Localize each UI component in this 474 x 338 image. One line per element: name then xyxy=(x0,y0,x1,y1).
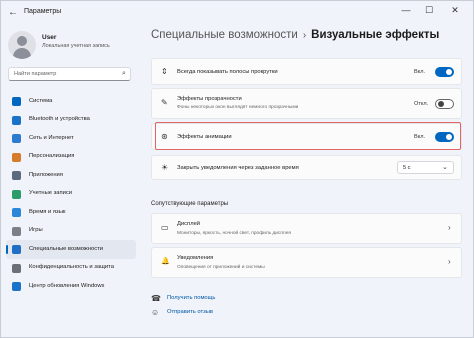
sidebar-item[interactable]: Игры xyxy=(6,222,136,241)
toggle-knob xyxy=(438,101,444,107)
avatar[interactable] xyxy=(8,31,36,59)
chevron-right-icon: › xyxy=(448,257,451,266)
feedback-label: Отправить отзыв xyxy=(167,309,214,315)
account-type: Локальная учетная запись xyxy=(42,43,110,49)
setting-label: Эффекты прозрачности xyxy=(177,96,242,102)
chevron-down-icon: ⌄ xyxy=(442,164,448,171)
highlight-frame xyxy=(155,122,461,150)
toggle-state: Вкл. xyxy=(414,69,426,75)
transparency-toggle[interactable] xyxy=(435,99,454,109)
minimize-button[interactable]: — xyxy=(398,5,414,15)
related-description: Мониторы, яркость, ночной свет, профиль … xyxy=(177,231,291,236)
sidebar-item[interactable]: Время и язык xyxy=(6,203,136,222)
wifi-icon xyxy=(12,134,21,143)
related-description: Оповещения от приложений и системы xyxy=(177,265,265,270)
maximize-button[interactable]: ☐ xyxy=(421,5,437,16)
gamepad-icon xyxy=(12,226,21,236)
sidebar-item-label: Конфиденциальность и защита xyxy=(29,264,114,270)
search-placeholder: Найти параметр xyxy=(14,71,57,77)
app-title: Параметры xyxy=(24,8,62,15)
sidebar-item[interactable]: Специальные возможности xyxy=(6,240,136,259)
back-arrow-icon[interactable]: ← xyxy=(8,7,18,18)
globe-clock-icon xyxy=(12,208,21,217)
setting-label: Закрыть уведомления через заданное время xyxy=(177,165,299,171)
sidebar-item-label: Центр обновления Windows xyxy=(29,282,105,289)
setting-label: Всегда показывать полосы прокрутки xyxy=(177,69,278,75)
scrollbar-icon: ⇕ xyxy=(161,67,168,76)
sidebar-nav: Система Bluetooth и устройства Сеть и Инте… xyxy=(6,92,136,296)
search-icon[interactable]: ⌕ xyxy=(122,70,126,78)
setting-description: Фоны некоторых окон выглядят немного про… xyxy=(177,105,299,110)
sidebar-item-label: Приложения xyxy=(29,171,63,178)
breadcrumb-parent[interactable]: Специальные возможности xyxy=(151,29,298,41)
display-icon: ▭ xyxy=(161,223,169,232)
feedback-icon: ☺ xyxy=(151,308,160,317)
sidebar-item-label: Учетные записи xyxy=(29,190,72,196)
setting-scrollbars: ⇕ Всегда показывать полосы прокрутки Вкл… xyxy=(151,58,462,85)
page-title: Визуальные эффекты xyxy=(311,29,440,41)
toggle-state: Откл. xyxy=(414,101,429,107)
sidebar-item[interactable]: Персонализация xyxy=(6,148,136,167)
sidebar-item[interactable]: Центр обновления Windows xyxy=(6,277,136,296)
apps-icon xyxy=(12,171,21,180)
sidebar-item[interactable]: Bluetooth и устройства xyxy=(6,111,136,130)
brush-icon xyxy=(12,152,21,162)
select-value: 5 с xyxy=(403,165,411,171)
user-name: User xyxy=(42,34,57,41)
sidebar-item-label: Система xyxy=(29,97,53,104)
sidebar-item[interactable]: Приложения xyxy=(6,166,136,185)
related-notifications[interactable]: 🔔 Уведомления Оповещения от приложений и… xyxy=(151,247,462,278)
transparency-icon: ✎ xyxy=(161,98,168,107)
sidebar-item[interactable]: Сеть и Интернет xyxy=(6,129,136,148)
chevron-right-icon: › xyxy=(448,223,451,232)
title-bar: ← Параметры — ☐ ✕ xyxy=(1,1,473,25)
sidebar-item[interactable]: Конфиденциальность и защита xyxy=(6,259,136,278)
related-label: Уведомления xyxy=(177,255,214,261)
accessibility-icon xyxy=(12,245,21,254)
sidebar-item-label: Игры xyxy=(29,227,43,233)
related-display[interactable]: ▭ Дисплей Мониторы, яркость, ночной свет… xyxy=(151,213,462,244)
timeout-select[interactable]: 5 с ⌄ xyxy=(397,161,454,174)
setting-transparency: ✎ Эффекты прозрачности Фоны некоторых ок… xyxy=(151,88,462,119)
avatar-head-shape xyxy=(17,36,27,46)
monitor-icon xyxy=(12,97,21,106)
person-icon xyxy=(12,189,21,199)
setting-notification-timeout: ☀ Закрыть уведомления через заданное вре… xyxy=(151,155,462,180)
scrollbars-toggle[interactable] xyxy=(435,67,454,77)
sidebar-item[interactable]: Система xyxy=(6,92,136,111)
sidebar-item[interactable]: Учетные записи xyxy=(6,185,136,204)
get-help-label: Получить помощь xyxy=(167,295,216,301)
sidebar-item-label: Bluetooth и устройства xyxy=(29,116,90,122)
bell-icon: 🔔 xyxy=(161,258,170,265)
shield-icon xyxy=(12,263,21,273)
sidebar-item-label: Время и язык xyxy=(29,208,66,215)
breadcrumb-separator: › xyxy=(302,30,307,41)
toggle-knob xyxy=(446,69,452,75)
avatar-body-shape xyxy=(13,48,31,59)
breadcrumb: Специальные возможности › Визуальные эффек… xyxy=(151,29,439,41)
close-button[interactable]: ✕ xyxy=(447,5,463,16)
bluetooth-icon xyxy=(12,115,21,125)
related-settings-title: Сопутствующие параметры xyxy=(151,201,229,207)
sidebar-item-label: Специальные возможности xyxy=(29,245,104,252)
related-label: Дисплей xyxy=(177,221,201,227)
update-icon xyxy=(12,282,21,291)
sidebar-item-label: Сеть и Интернет xyxy=(29,134,74,141)
sun-icon: ☀ xyxy=(161,163,169,172)
help-icon: ☎ xyxy=(151,294,161,303)
settings-window: ← Параметры — ☐ ✕ User Локальная учетная… xyxy=(0,0,474,338)
sidebar-item-label: Персонализация xyxy=(29,153,75,159)
search-input[interactable]: Найти параметр ⌕ xyxy=(8,67,131,81)
